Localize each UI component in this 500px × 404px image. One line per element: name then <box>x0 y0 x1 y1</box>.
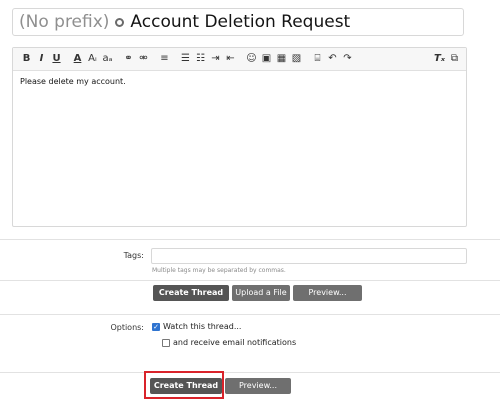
watch-thread-option[interactable]: ✓ Watch this thread... <box>152 322 241 331</box>
prefix-dropdown-icon[interactable] <box>115 17 125 27</box>
section-divider <box>0 239 500 240</box>
preview-button-bottom[interactable]: Preview... <box>225 378 291 394</box>
outdent-icon[interactable]: ⇤ <box>223 48 238 70</box>
smilie-icon[interactable]: ☺ <box>244 48 259 70</box>
section-divider <box>0 372 500 373</box>
align-icon[interactable]: ≡ <box>157 48 172 70</box>
font-family-button[interactable]: aₐ <box>100 48 115 70</box>
thread-title-text[interactable]: Account Deletion Request <box>130 12 350 32</box>
link-icon[interactable]: ⚭ <box>121 48 136 70</box>
underline-button[interactable]: U <box>49 48 64 70</box>
indent-icon[interactable]: ⇥ <box>208 48 223 70</box>
upload-file-button[interactable]: Upload a File <box>232 285 290 301</box>
redo-icon[interactable]: ↷ <box>340 48 355 70</box>
section-divider <box>0 314 500 315</box>
tags-label: Tags: <box>123 251 144 260</box>
email-notifications-checkbox[interactable] <box>162 338 170 347</box>
image-icon[interactable]: ▣ <box>259 48 274 70</box>
preview-button[interactable]: Preview... <box>293 285 362 301</box>
watch-thread-checkbox[interactable]: ✓ <box>152 322 160 331</box>
unlink-icon[interactable]: ⚮ <box>136 48 151 70</box>
undo-icon[interactable]: ↶ <box>325 48 340 70</box>
bullet-list-icon[interactable]: ☰ <box>178 48 193 70</box>
save-draft-icon[interactable]: ⌸ <box>310 48 325 70</box>
editor-content[interactable]: Please delete my account. <box>13 71 466 92</box>
insert-icon[interactable]: ▧ <box>289 48 304 70</box>
email-notifications-option[interactable]: and receive email notifications <box>162 338 296 347</box>
thread-title-field[interactable]: (No prefix) Account Deletion Request <box>12 8 464 36</box>
bold-button[interactable]: B <box>19 48 34 70</box>
media-icon[interactable]: ▦ <box>274 48 289 70</box>
remove-format-icon[interactable]: Tₓ <box>432 48 447 70</box>
italic-button[interactable]: I <box>34 48 49 70</box>
tags-input[interactable] <box>151 248 467 264</box>
toggle-bbcode-icon[interactable]: ⧉ <box>447 48 462 70</box>
prefix-selector[interactable]: (No prefix) <box>19 12 109 32</box>
text-color-button[interactable]: A <box>70 48 85 70</box>
create-thread-button[interactable]: Create Thread <box>153 285 229 301</box>
highlight-box <box>144 371 224 399</box>
tags-hint: Multiple tags may be separated by commas… <box>152 267 286 274</box>
watch-thread-label[interactable]: Watch this thread... <box>163 322 241 331</box>
numbered-list-icon[interactable]: ☷ <box>193 48 208 70</box>
font-size-button[interactable]: Aᵢ <box>85 48 100 70</box>
email-notifications-label[interactable]: and receive email notifications <box>173 338 296 347</box>
message-editor[interactable]: B I U A Aᵢ aₐ ⚭ ⚮ ≡ ☰ ☷ ⇥ ⇤ ☺ ▣ ▦ ▧ ⌸ ↶ … <box>12 47 467 227</box>
section-divider <box>0 280 500 281</box>
options-label: Options: <box>110 323 144 332</box>
editor-toolbar: B I U A Aᵢ aₐ ⚭ ⚮ ≡ ☰ ☷ ⇥ ⇤ ☺ ▣ ▦ ▧ ⌸ ↶ … <box>13 48 466 71</box>
